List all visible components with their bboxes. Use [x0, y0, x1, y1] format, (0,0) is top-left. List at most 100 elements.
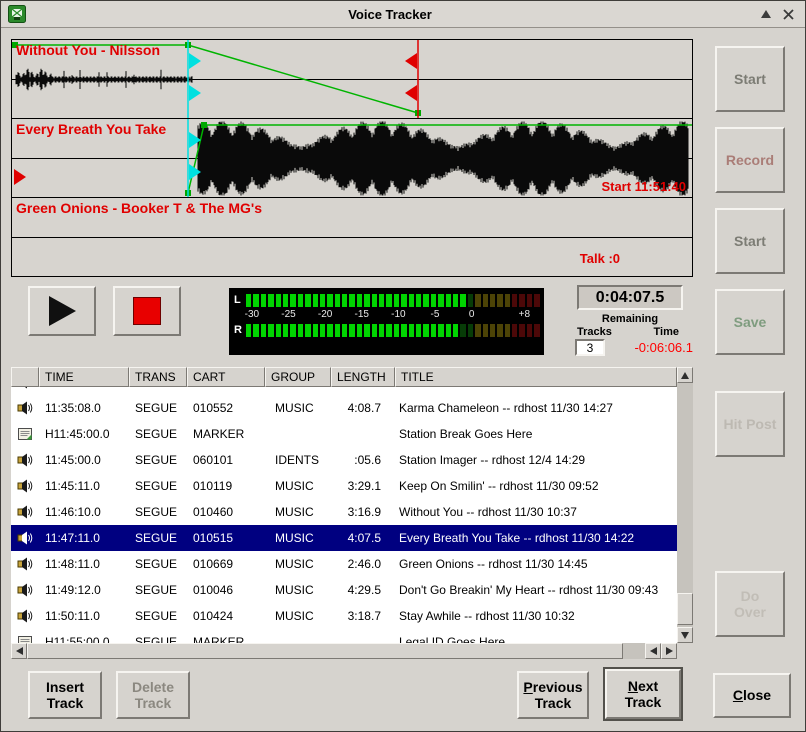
speaker-icon: [17, 556, 33, 572]
log-col-group[interactable]: GROUP: [265, 367, 331, 387]
speaker-icon: [17, 582, 33, 598]
row-title: Legal ID Goes Here: [395, 635, 677, 643]
log-header: TIME TRANS CART GROUP LENGTH TITLE: [11, 367, 677, 387]
log-row[interactable]: 11:48:11.0 SEGUE 010669 MUSIC 2:46.0 Gre…: [11, 551, 677, 577]
shade-icon: [761, 10, 771, 18]
row-type-icon: [11, 556, 39, 572]
scroll-right-button[interactable]: [661, 643, 677, 659]
log-row[interactable]: 11:45:11.0 SEGUE 010119 MUSIC 3:29.1 Kee…: [11, 473, 677, 499]
meter-left-label: L: [234, 294, 246, 306]
vertical-scrollbar[interactable]: [677, 367, 693, 643]
play-button[interactable]: [28, 286, 96, 336]
scroll-left-button[interactable]: [11, 643, 27, 659]
row-type-icon: [11, 387, 39, 390]
insert-track-button[interactable]: Insert Track: [28, 671, 102, 719]
row-title: Don't Go Breakin' My Heart -- rdhost 11/…: [395, 583, 677, 597]
speaker-icon: [17, 478, 33, 494]
row-length: 2:46.0: [331, 557, 395, 571]
row-group: MUSIC: [265, 583, 331, 597]
track-1[interactable]: Without You - Nilsson: [12, 40, 692, 119]
row-time: H11:55:00.0: [39, 635, 129, 643]
log-row[interactable]: 11:47:11.0 SEGUE 010515 MUSIC 4:07.5 Eve…: [11, 525, 677, 551]
arrow-up-icon: [681, 372, 689, 379]
log-row[interactable]: H11:55:00.0 SEGUE MARKER Legal ID Goes H…: [11, 629, 677, 643]
row-time: 11:35:08.0: [39, 401, 129, 415]
tracks-remaining-value: 3: [575, 339, 605, 356]
log-row[interactable]: H11:45:00.0 SEGUE MARKER Station Break G…: [11, 421, 677, 447]
vertical-scroll-thumb[interactable]: [677, 593, 693, 625]
row-trans: SEGUE: [129, 635, 187, 643]
close-button[interactable]: Close: [713, 673, 791, 718]
log-row[interactable]: 11:49:12.0 SEGUE 010046 MUSIC 4:29.5 Don…: [11, 577, 677, 603]
scroll-down-button[interactable]: [677, 627, 693, 643]
speaker-icon: [17, 608, 33, 624]
log-row[interactable]: 11:35:08.0 SEGUE 010552 MUSIC 4:08.7 Kar…: [11, 395, 677, 421]
delete-track-button[interactable]: Delete Track: [116, 671, 190, 719]
record-button[interactable]: Record: [715, 127, 785, 193]
row-title: Without You -- rdhost 11/30 10:37: [395, 505, 677, 519]
time-remaining-value: -0:06:06.1: [634, 340, 693, 355]
stop-button[interactable]: [113, 286, 181, 336]
row-length: 3:18.7: [331, 609, 395, 623]
arrow-left-icon: [16, 647, 23, 655]
previous-track-button[interactable]: PreviousTrack: [517, 671, 589, 719]
log-col-trans[interactable]: TRANS: [129, 367, 187, 387]
do-over-button[interactable]: Do Over: [715, 571, 785, 637]
arrow-down-icon: [681, 632, 689, 639]
row-trans: SEGUE: [129, 453, 187, 467]
log-col-time[interactable]: TIME: [39, 367, 129, 387]
log-col-title[interactable]: TITLE: [395, 367, 677, 387]
row-cart: 010552: [187, 401, 265, 415]
row-length: 3:16.9: [331, 505, 395, 519]
shade-button[interactable]: [756, 4, 776, 24]
row-time: 11:45:11.0: [39, 479, 129, 493]
log-col-length[interactable]: LENGTH: [331, 367, 395, 387]
log-col-icon[interactable]: [11, 367, 39, 387]
start-track3-button[interactable]: Start: [715, 208, 785, 274]
audio-level-meter: L -30-25-20-15-10-50+8 R: [229, 288, 544, 355]
row-type-icon: [11, 582, 39, 598]
row-group: MUSIC: [265, 557, 331, 571]
start-track1-button[interactable]: Start: [715, 46, 785, 112]
titlebar[interactable]: Voice Tracker: [1, 1, 805, 28]
track-2-title: Every Breath You Take: [16, 121, 166, 137]
horizontal-scroll-thumb[interactable]: [27, 643, 623, 659]
row-cart: 010460: [187, 505, 265, 519]
row-cart: 010119: [187, 479, 265, 493]
log-row[interactable]: 11:46:10.0 SEGUE 010460 MUSIC 3:16.9 Wit…: [11, 499, 677, 525]
row-time: 11:48:11.0: [39, 557, 129, 571]
log-body: 11:35:08.0 SEGUE 010552 MUSIC 4:08.7 Kar…: [11, 387, 677, 643]
log-row[interactable]: 11:50:11.0 SEGUE 010424 MUSIC 3:18.7 Sta…: [11, 603, 677, 629]
log-col-cart[interactable]: CART: [187, 367, 265, 387]
close-window-button[interactable]: [778, 4, 798, 24]
scroll-up-button[interactable]: [677, 367, 693, 383]
row-type-icon: [11, 426, 39, 442]
row-length: 3:29.1: [331, 479, 395, 493]
time-label: Time: [654, 326, 679, 338]
track-3[interactable]: Green Onions - Booker T & The MG's Talk …: [12, 198, 692, 276]
row-group: MUSIC: [265, 609, 331, 623]
scroll-left-button-2[interactable]: [645, 643, 661, 659]
save-button[interactable]: Save: [715, 289, 785, 355]
row-time: 11:50:11.0: [39, 609, 129, 623]
log-row[interactable]: [11, 387, 677, 395]
row-group: MUSIC: [265, 505, 331, 519]
talk-counter: Talk :0: [580, 251, 620, 266]
remaining-panel: Remaining Tracks Time 3 -0:06:06.1: [567, 313, 693, 356]
speaker-icon: [17, 387, 33, 390]
next-track-button[interactable]: NextTrack: [605, 669, 681, 719]
meter-right-segments: [246, 324, 540, 337]
track-2[interactable]: Every Breath You Take Start 11:51:40: [12, 119, 692, 198]
horizontal-scrollbar[interactable]: [11, 643, 677, 659]
row-length: :05.6: [331, 453, 395, 467]
row-trans: SEGUE: [129, 505, 187, 519]
row-trans: SEGUE: [129, 401, 187, 415]
hit-post-button[interactable]: Hit Post: [715, 391, 785, 457]
track-1-title: Without You - Nilsson: [16, 42, 160, 58]
row-group: IDENTS: [265, 453, 331, 467]
stop-icon: [133, 297, 161, 325]
row-time: 11:49:12.0: [39, 583, 129, 597]
row-title: Karma Chameleon -- rdhost 11/30 14:27: [395, 401, 677, 415]
log-row[interactable]: 11:45:00.0 SEGUE 060101 IDENTS :05.6 Sta…: [11, 447, 677, 473]
row-title: Station Imager -- rdhost 12/4 14:29: [395, 453, 677, 467]
